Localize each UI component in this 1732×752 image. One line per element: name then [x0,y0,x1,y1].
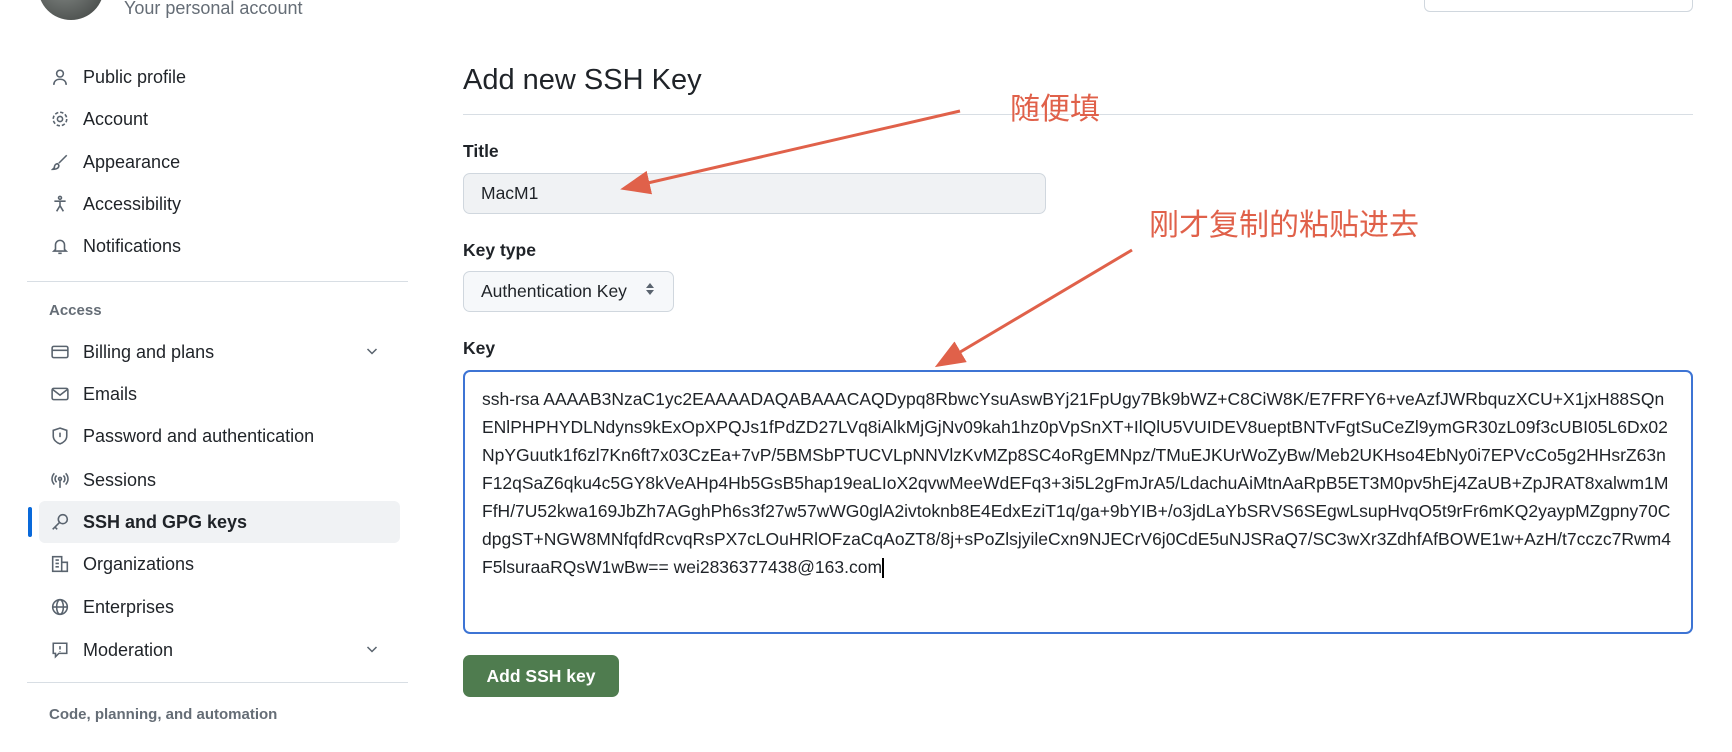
annotation-arrow-title [620,109,961,195]
annotation-arrows [620,109,1133,368]
annotation-arrow-key [934,248,1133,368]
